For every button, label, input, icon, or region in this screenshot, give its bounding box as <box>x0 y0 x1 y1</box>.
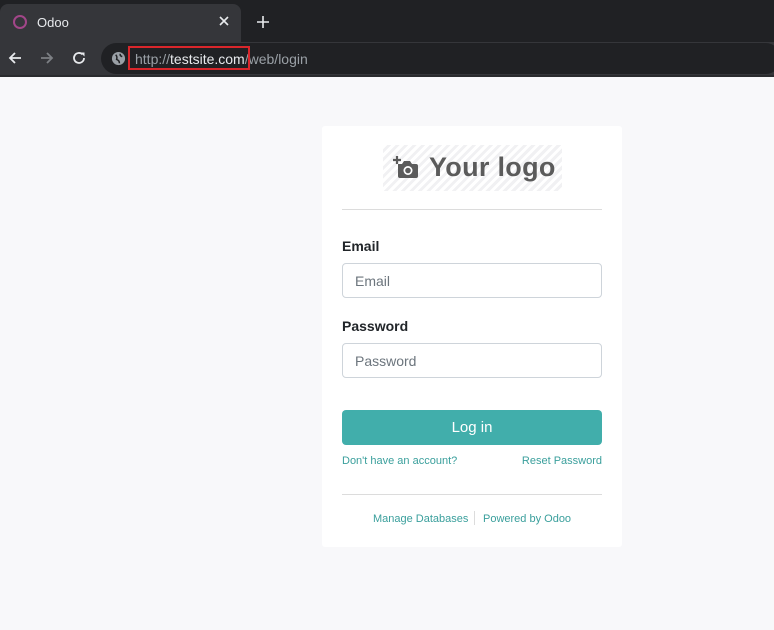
logo-text: Your logo <box>429 152 556 182</box>
reload-icon <box>73 52 85 64</box>
signup-link[interactable]: Don't have an account? <box>342 455 457 467</box>
footer-separator <box>474 511 475 525</box>
reload-button[interactable] <box>68 47 90 69</box>
browser-tab-strip: Odoo <box>0 0 774 42</box>
manage-databases-link[interactable]: Manage Databases <box>373 513 468 525</box>
odoo-favicon-icon <box>13 15 27 29</box>
arrow-right-icon <box>41 52 54 64</box>
forward-button[interactable] <box>36 47 58 69</box>
new-tab-button[interactable] <box>253 12 273 32</box>
password-field[interactable] <box>342 343 602 378</box>
logo-divider <box>342 209 602 210</box>
password-label: Password <box>342 318 409 334</box>
camera-add-icon <box>393 156 418 178</box>
close-tab-button[interactable] <box>216 13 232 29</box>
arrow-left-icon <box>8 52 21 64</box>
powered-by-odoo-link[interactable]: Powered by Odoo <box>483 513 571 525</box>
login-card: Your logo Email Password Log in Don't ha… <box>322 126 622 547</box>
company-logo: Your logo <box>383 145 562 191</box>
login-button[interactable]: Log in <box>342 410 602 445</box>
url-highlight-box <box>128 46 250 70</box>
url-path: /web/login <box>244 51 308 67</box>
email-label: Email <box>342 238 380 254</box>
browser-toolbar: http://testsite.com/web/login <box>0 42 774 75</box>
close-icon <box>219 16 229 26</box>
footer-divider <box>342 494 602 495</box>
globe-icon[interactable] <box>111 51 126 66</box>
email-field[interactable] <box>342 263 602 298</box>
back-button[interactable] <box>4 47 26 69</box>
toolbar-divider <box>0 75 774 77</box>
tab-title: Odoo <box>37 15 69 30</box>
reset-password-link[interactable]: Reset Password <box>522 455 602 467</box>
plus-icon <box>257 16 269 28</box>
browser-tab[interactable]: Odoo <box>0 4 241 42</box>
